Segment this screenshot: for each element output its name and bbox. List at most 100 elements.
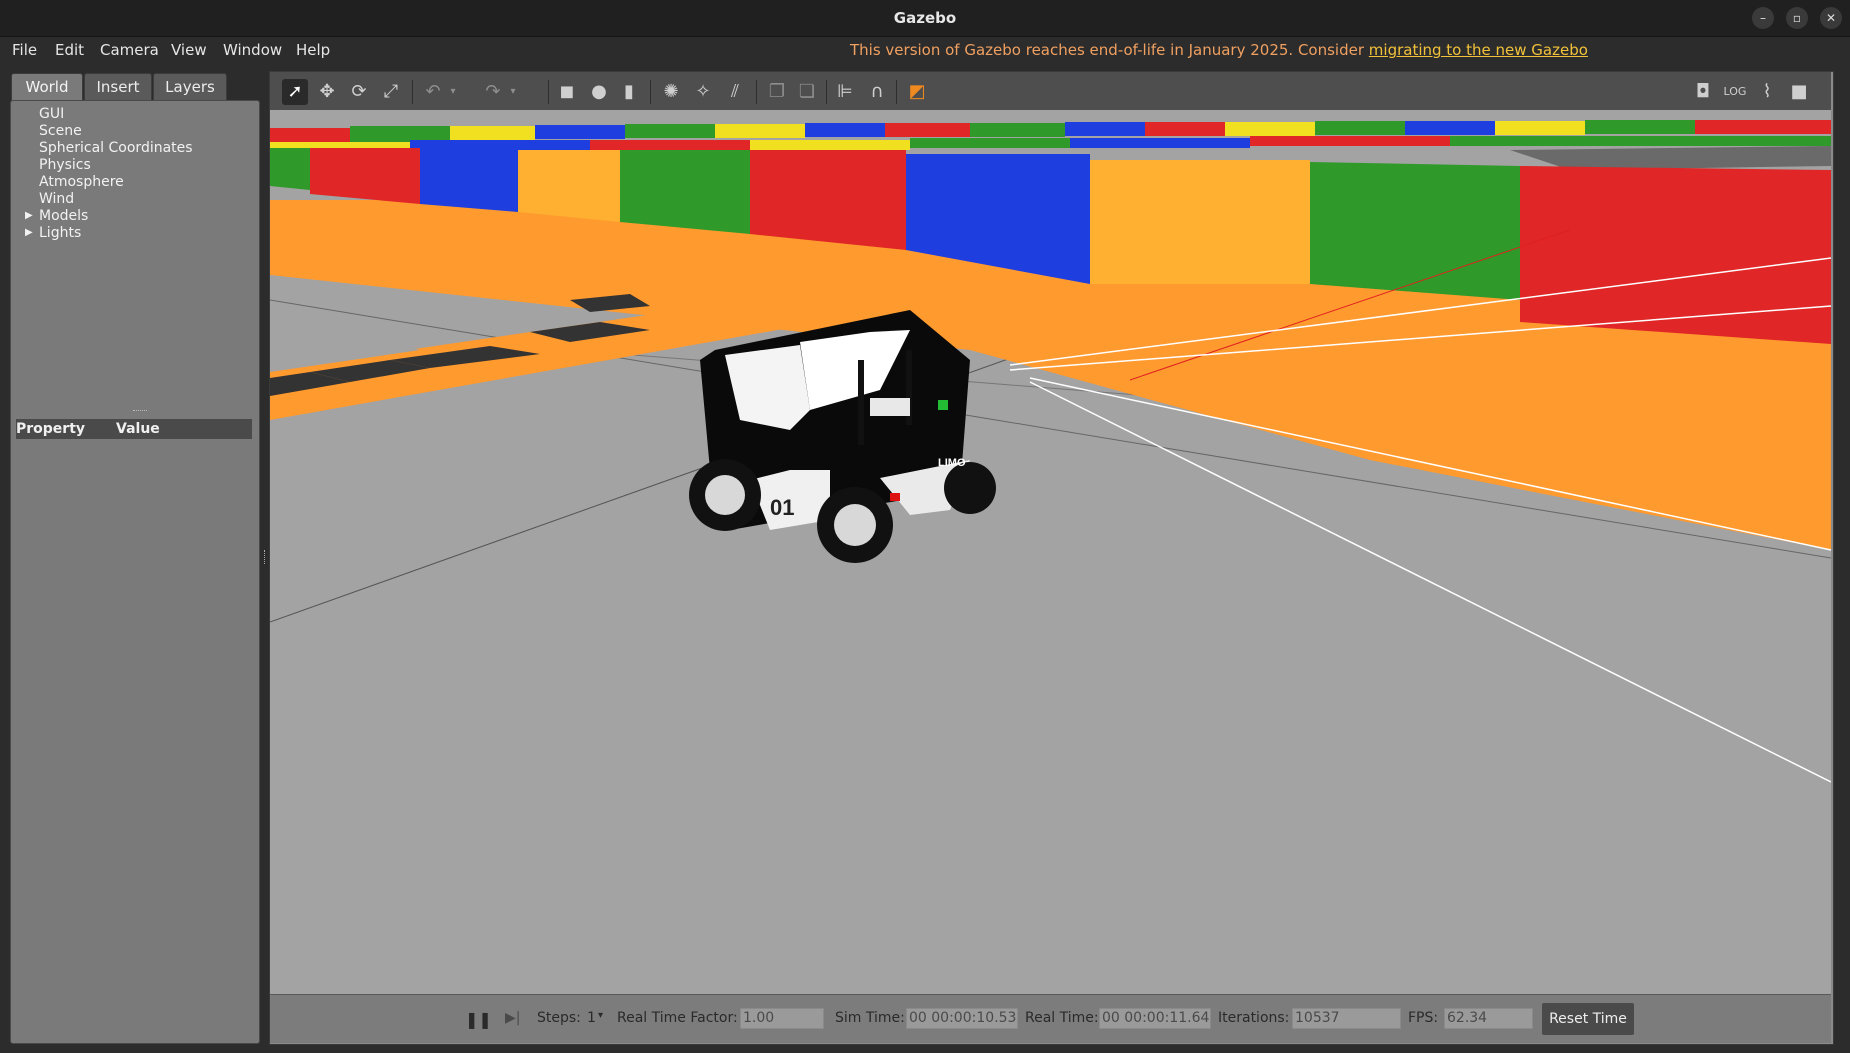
scale-icon[interactable]: ⤢ (378, 79, 404, 105)
wall-block (1405, 121, 1495, 135)
step-forward-icon[interactable]: ▶| (505, 1010, 520, 1026)
undo-dropdown-icon[interactable]: ▾ (446, 79, 460, 105)
tree-item-scene[interactable]: Scene (39, 123, 82, 139)
video-record-icon[interactable]: ■ (1786, 79, 1812, 105)
fps-field: 62.34 (1444, 1008, 1533, 1029)
maximize-icon[interactable]: ▫ (1786, 7, 1808, 29)
rtf-label: Real Time Factor: (617, 1010, 738, 1026)
fps-label: FPS: (1408, 1010, 1439, 1026)
redo-dropdown-icon[interactable]: ▾ (506, 79, 520, 105)
tree-item-models[interactable]: Models (39, 208, 88, 224)
menu-view[interactable]: View (171, 41, 207, 59)
tree-item-physics[interactable]: Physics (39, 157, 91, 173)
wall-block (1145, 122, 1225, 136)
align-icon[interactable]: ⊫ (832, 79, 858, 105)
window-title: Gazebo (893, 9, 957, 27)
wall-face (270, 148, 310, 190)
wall-face (1520, 166, 1831, 344)
log-icon[interactable]: LOG (1722, 79, 1748, 105)
eol-notice-text: This version of Gazebo reaches end-of-li… (850, 41, 1369, 59)
property-table-header: Property Value (16, 419, 252, 439)
wall-top (1450, 136, 1831, 146)
expand-arrow-icon[interactable]: ▶ (25, 227, 33, 238)
view-angle-icon[interactable]: ◩ (904, 79, 930, 105)
undo-icon[interactable]: ↶ (420, 79, 446, 105)
real-time-label: Real Time: (1025, 1010, 1099, 1026)
status-light (938, 400, 948, 410)
tree-item-gui[interactable]: GUI (39, 106, 64, 122)
wall-block (715, 124, 805, 138)
reset-time-button[interactable]: Reset Time (1542, 1003, 1634, 1035)
wall-block (1065, 122, 1145, 136)
sphere-icon[interactable]: ● (586, 79, 612, 105)
pause-icon[interactable]: ❚❚ (465, 1010, 492, 1029)
box-icon[interactable]: ◼ (554, 79, 580, 105)
menu-help[interactable]: Help (296, 41, 330, 59)
wall-face (518, 150, 620, 222)
close-icon[interactable]: ✕ (1820, 7, 1842, 29)
splitter-handle[interactable] (133, 410, 147, 413)
translate-icon[interactable]: ✥ (314, 79, 340, 105)
menu-window[interactable]: Window (223, 41, 282, 59)
estop-button (890, 493, 900, 501)
title-bar: Gazebo – ▫ ✕ (0, 0, 1850, 37)
minimize-icon[interactable]: – (1752, 7, 1774, 29)
scene-render: 01 LIMO (270, 110, 1831, 994)
wall-face (750, 150, 906, 250)
wall-block (805, 123, 885, 137)
sim-time-field: 00 00:00:10.537 (906, 1008, 1018, 1029)
tree-item-wind[interactable]: Wind (39, 191, 74, 207)
cylinder-icon[interactable]: ▮ (616, 79, 642, 105)
panel-resize-handle[interactable] (264, 550, 267, 564)
wheel (944, 462, 996, 514)
wall-face (1090, 160, 1310, 284)
wall-top (1070, 138, 1250, 148)
iterations-field: 10537 (1292, 1008, 1401, 1029)
snap-magnet-icon[interactable]: ∩ (864, 79, 890, 105)
eol-migrate-link[interactable]: migrating to the new Gazebo (1369, 41, 1588, 59)
wall-block (1695, 120, 1831, 134)
wall-block (1315, 121, 1405, 135)
point-light-icon[interactable]: ✺ (658, 79, 684, 105)
rotate-icon[interactable]: ⟳ (346, 79, 372, 105)
wall-block (1225, 122, 1315, 136)
wall-top (590, 140, 750, 150)
real-time-field: 00 00:00:11.644 (1099, 1008, 1211, 1029)
steps-value[interactable]: 1 (587, 1010, 596, 1026)
menu-edit[interactable]: Edit (55, 41, 84, 59)
3d-viewport[interactable]: 01 LIMO (270, 110, 1831, 994)
world-panel (10, 100, 260, 1044)
redo-icon[interactable]: ↷ (480, 79, 506, 105)
robot-brand-label: LIMO (938, 457, 966, 469)
plot-icon[interactable]: ⌇ (1754, 79, 1780, 105)
wall-block (1495, 121, 1585, 135)
paste-icon[interactable]: ❏ (794, 79, 820, 105)
wall-block (625, 124, 715, 138)
sim-time-label: Sim Time: (835, 1010, 905, 1026)
wall-block (970, 123, 1065, 137)
menu-camera[interactable]: Camera (100, 41, 159, 59)
tree-item-atmosphere[interactable]: Atmosphere (39, 174, 124, 190)
directional-light-icon[interactable]: ⫽ (722, 79, 748, 105)
expand-arrow-icon[interactable]: ▶ (25, 210, 33, 221)
tab-layers[interactable]: Layers (153, 73, 227, 100)
tree-item-lights[interactable]: Lights (39, 225, 81, 241)
copy-icon[interactable]: ❐ (764, 79, 790, 105)
tab-world[interactable]: World (11, 73, 83, 102)
steps-label: Steps: (537, 1010, 581, 1026)
wall-block (1585, 120, 1695, 134)
wall-top (1250, 136, 1450, 146)
wall-block (450, 126, 535, 141)
tree-item-spherical-coordinates[interactable]: Spherical Coordinates (39, 140, 193, 156)
spot-light-icon[interactable]: ✧ (690, 79, 716, 105)
wall-block (885, 123, 970, 137)
antenna (858, 360, 864, 445)
menu-bar: File Edit Camera View Window Help This v… (0, 37, 1850, 63)
wall-block (535, 125, 625, 139)
select-arrow-icon[interactable]: ➚ (282, 79, 308, 105)
steps-dropdown-icon[interactable]: ▾ (598, 1010, 603, 1021)
screenshot-icon[interactable]: ◘ (1690, 79, 1716, 105)
menu-file[interactable]: File (12, 41, 37, 59)
tab-insert[interactable]: Insert (84, 73, 152, 100)
wall-face (620, 150, 750, 234)
